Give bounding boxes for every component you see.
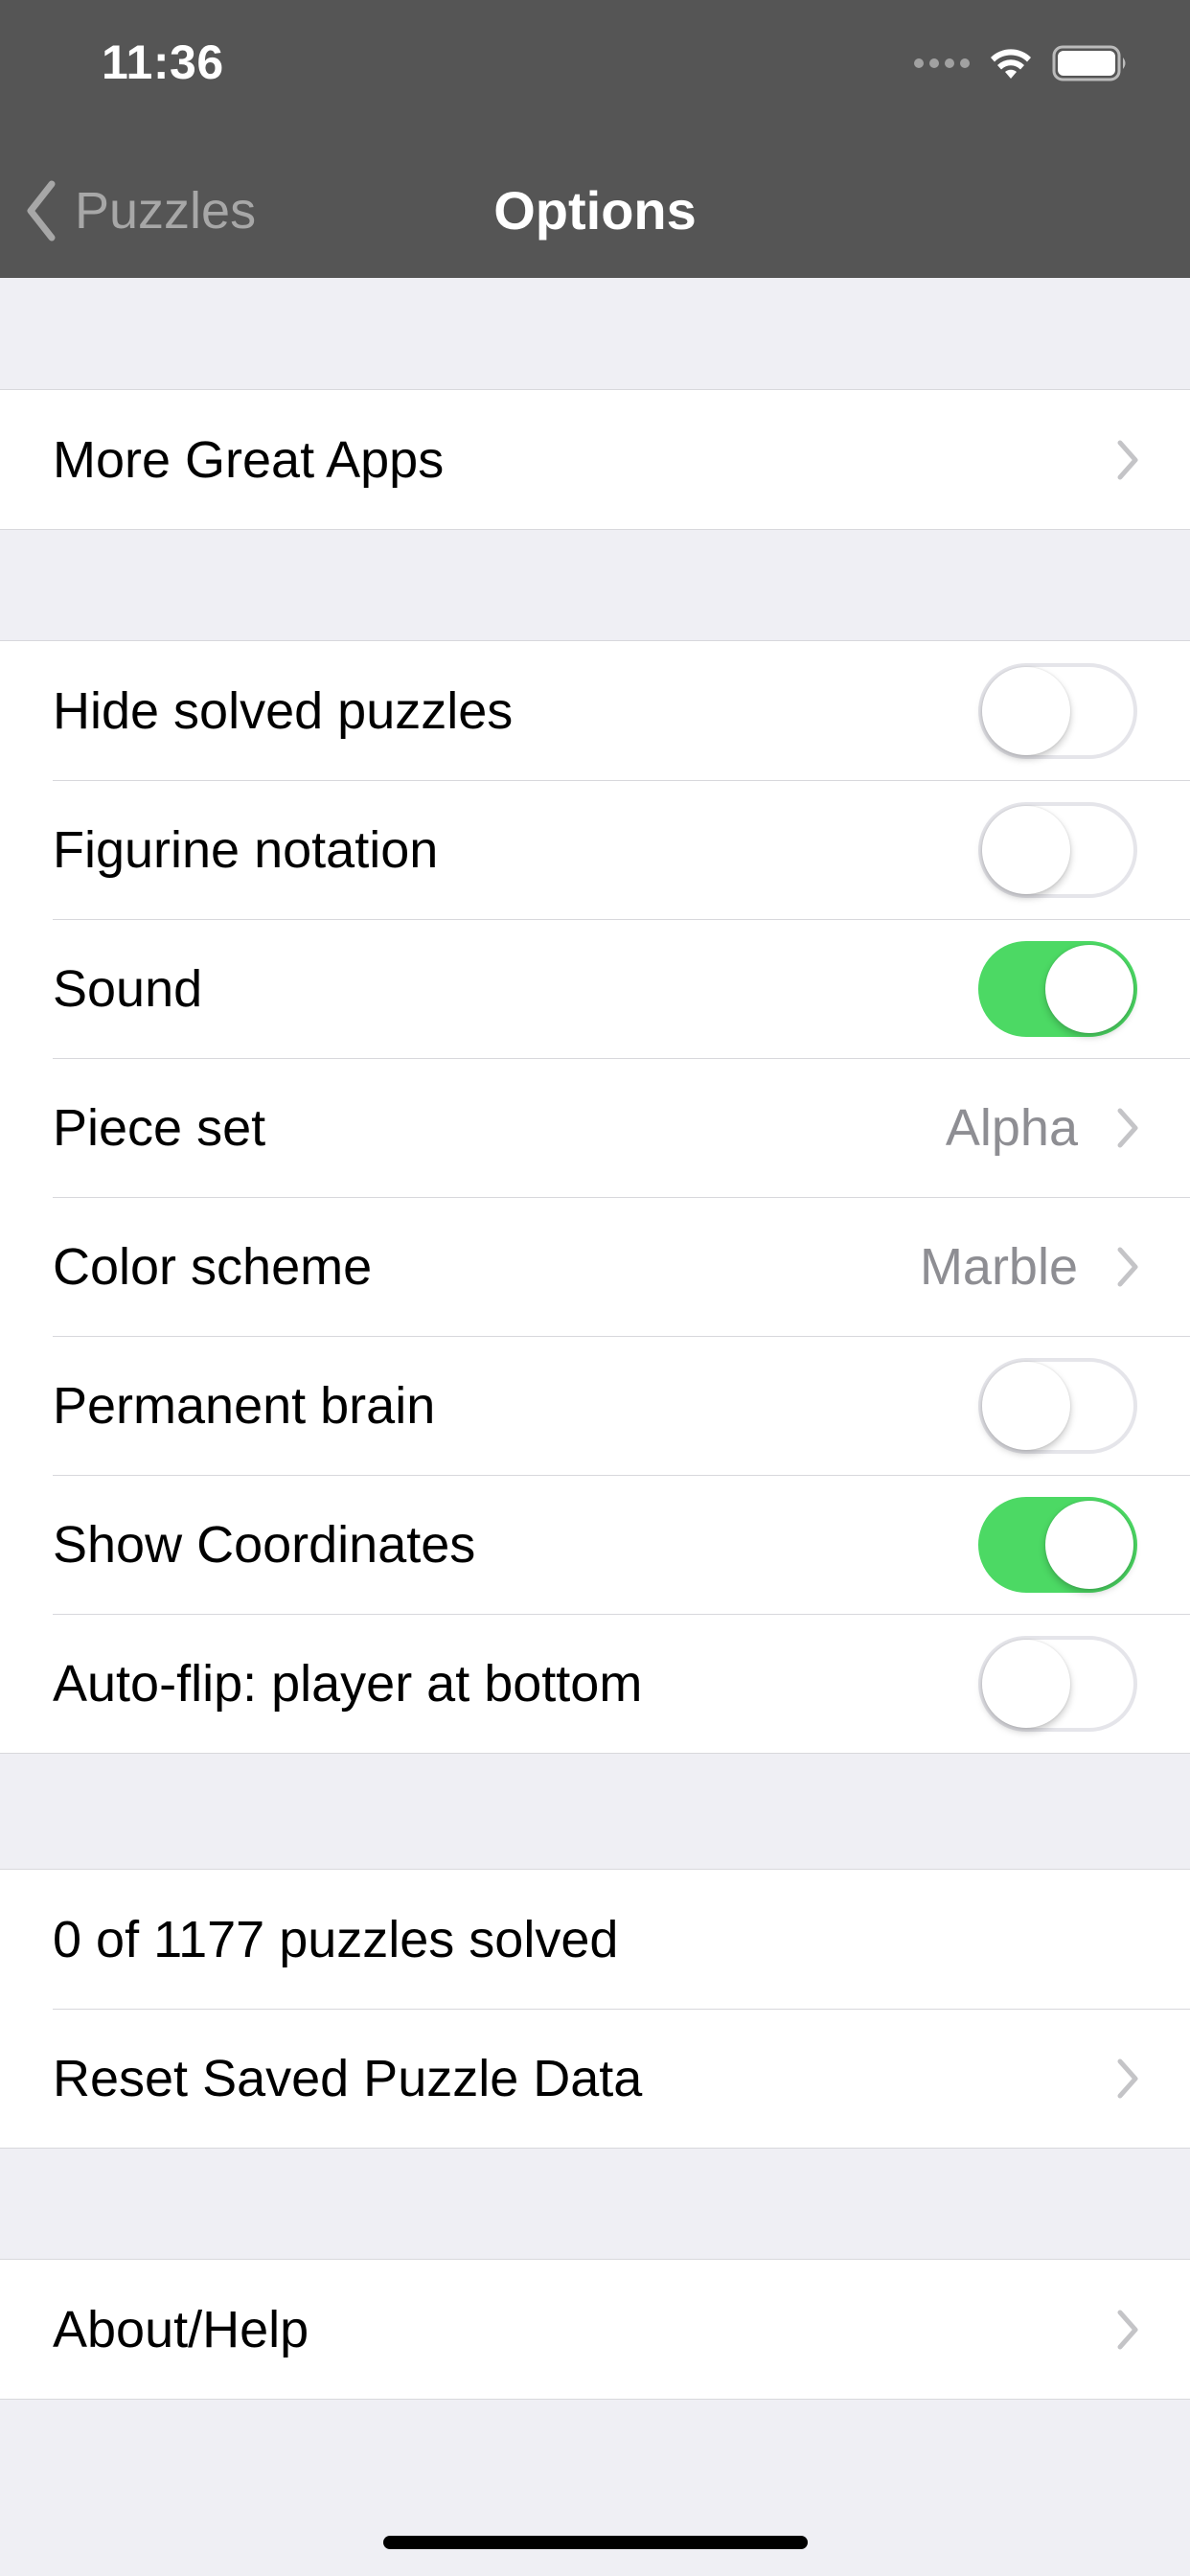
show-coordinates-label: Show Coordinates [53,1515,476,1574]
status-time: 11:36 [102,35,224,89]
more-great-apps-row[interactable]: More Great Apps [0,390,1190,529]
status-icons [914,40,1129,86]
about-help-label: About/Help [53,2300,309,2358]
solved-count-row: 0 of 1177 puzzles solved [0,1870,1190,2009]
wifi-icon [991,49,1031,79]
more-great-apps-label: More Great Apps [53,430,445,489]
sound-switch[interactable] [978,940,1137,1037]
navigation-header: 11:36 Puzzles Options [0,0,1190,278]
auto-flip-label: Auto-flip: player at bottom [53,1654,643,1713]
hide-solved-puzzles-switch[interactable] [978,662,1137,759]
figurine-notation-row: Figurine notation [0,780,1190,919]
battery-icon [1052,45,1126,81]
switch-knob [982,666,1070,755]
figurine-notation-switch[interactable] [978,801,1137,898]
switch-knob [982,1361,1070,1450]
page-title: Options [493,180,697,241]
chevron-right-icon [1113,1243,1142,1291]
permanent-brain-switch[interactable] [978,1357,1137,1454]
show-coordinates-row: Show Coordinates [0,1475,1190,1614]
about-section: About/Help [0,2259,1190,2400]
home-indicator[interactable] [383,2536,808,2549]
sound-row: Sound [0,919,1190,1058]
permanent-brain-label: Permanent brain [53,1376,436,1435]
switch-knob [1045,944,1133,1033]
piece-set-row[interactable]: Piece set Alpha [0,1058,1190,1197]
color-scheme-label: Color scheme [53,1237,373,1296]
figurine-notation-label: Figurine notation [53,820,439,879]
color-scheme-value: Marble [919,1237,1078,1296]
solved-count-label: 0 of 1177 puzzles solved [53,1910,619,1968]
puzzle-data-section: 0 of 1177 puzzles solved Reset Saved Puz… [0,1869,1190,2149]
about-help-row[interactable]: About/Help [0,2260,1190,2399]
chevron-right-icon [1113,436,1142,484]
piece-set-label: Piece set [53,1098,266,1157]
apps-section: More Great Apps [0,389,1190,530]
color-scheme-row[interactable]: Color scheme Marble [0,1197,1190,1336]
auto-flip-row: Auto-flip: player at bottom [0,1614,1190,1753]
piece-set-value: Alpha [945,1098,1078,1157]
switch-knob [982,1639,1070,1728]
cellular-signal-icon [914,58,970,68]
auto-flip-switch[interactable] [978,1635,1137,1732]
reset-saved-data-row[interactable]: Reset Saved Puzzle Data [0,2009,1190,2148]
switch-knob [1045,1500,1133,1589]
hide-solved-puzzles-label: Hide solved puzzles [53,681,514,740]
reset-saved-data-label: Reset Saved Puzzle Data [53,2049,643,2107]
settings-section: Hide solved puzzles Figurine notation So… [0,640,1190,1754]
chevron-right-icon [1113,2055,1142,2103]
chevron-right-icon [1113,2306,1142,2354]
show-coordinates-switch[interactable] [978,1496,1137,1593]
permanent-brain-row: Permanent brain [0,1336,1190,1475]
switch-knob [982,805,1070,894]
hide-solved-puzzles-row: Hide solved puzzles [0,641,1190,780]
chevron-right-icon [1113,1104,1142,1152]
sound-label: Sound [53,959,203,1018]
